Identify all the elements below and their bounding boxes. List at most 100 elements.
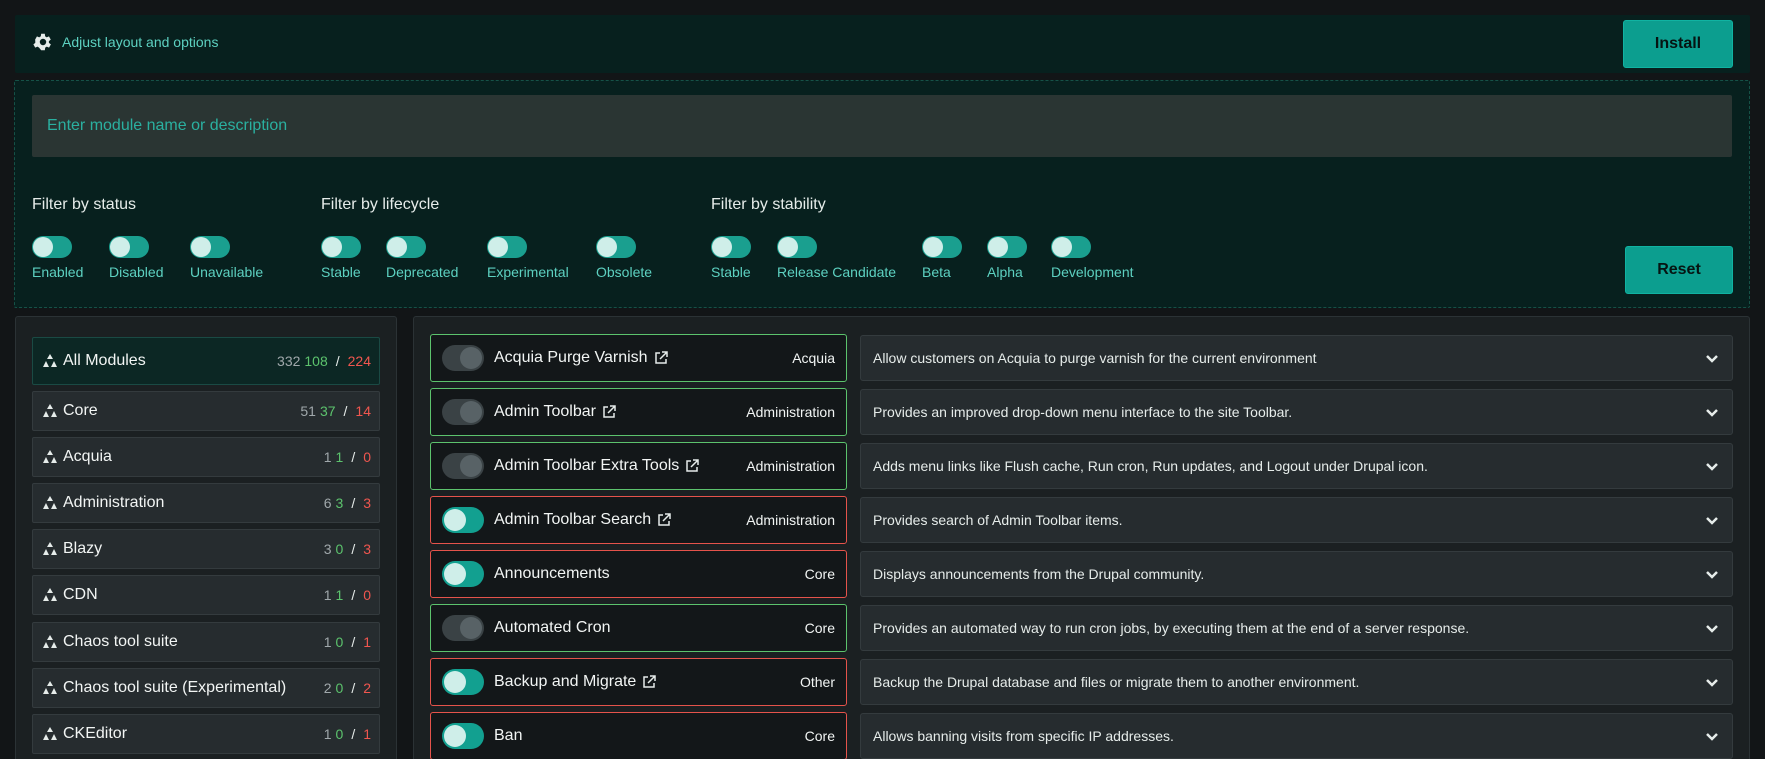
toggle-switch[interactable] (711, 236, 751, 258)
toggle-switch[interactable] (777, 236, 817, 258)
filter-stability-alpha[interactable]: Alpha (987, 236, 1027, 280)
toggle-switch[interactable] (32, 236, 72, 258)
category-blazy[interactable]: Blazy 3 0/3 (32, 529, 380, 569)
count-separator: / (351, 541, 356, 557)
module-category: Acquia (792, 350, 835, 366)
module-description-row[interactable]: Allow customers on Acquia to purge varni… (860, 335, 1733, 381)
external-link-icon[interactable] (602, 405, 616, 419)
count-enabled: 0 (335, 680, 344, 696)
chevron-down-icon[interactable] (1704, 512, 1720, 528)
module-card-ban[interactable]: Ban Core (430, 712, 847, 759)
reset-button[interactable]: Reset (1625, 246, 1733, 294)
module-name: Announcements (494, 565, 610, 582)
category-chaos-tool-suite-experimental[interactable]: Chaos tool suite (Experimental) 2 0/2 (32, 668, 380, 708)
module-category: Other (799, 674, 835, 690)
modules-icon (43, 727, 57, 740)
toggle-label: Deprecated (386, 264, 459, 280)
filter-lifecycle-stable[interactable]: Stable (321, 236, 361, 280)
filter-stability-stable[interactable]: Stable (711, 236, 751, 280)
adjust-layout-label: Adjust layout and options (62, 34, 219, 50)
category-ckeditor[interactable]: CKEditor 1 0/1 (32, 714, 380, 754)
module-toggle[interactable] (442, 345, 484, 371)
module-card-announcements[interactable]: Announcements Core (430, 550, 847, 598)
module-description-row[interactable]: Allows banning visits from specific IP a… (860, 713, 1733, 759)
module-description-row[interactable]: Provides an improved drop-down menu inte… (860, 389, 1733, 435)
module-toggle[interactable] (442, 723, 484, 749)
module-description-row[interactable]: Provides search of Admin Toolbar items. (860, 497, 1733, 543)
chevron-down-icon[interactable] (1704, 350, 1720, 366)
count-disabled: 0 (363, 449, 371, 465)
category-core[interactable]: Core 51 37 / 14 (32, 391, 380, 431)
gear-icon (33, 33, 51, 51)
chevron-down-icon[interactable] (1704, 404, 1720, 420)
chevron-down-icon[interactable] (1704, 458, 1720, 474)
category-administration[interactable]: Administration 6 3/3 (32, 483, 380, 523)
module-card-acquia-purge-varnish[interactable]: Acquia Purge Varnish Acquia (430, 334, 847, 382)
module-card-backup-and-migrate[interactable]: Backup and Migrate Other (430, 658, 847, 706)
module-card-admin-toolbar[interactable]: Admin Toolbar Administration (430, 388, 847, 436)
filter-lifecycle-obsolete[interactable]: Obsolete (596, 236, 652, 280)
category-counts: 6 3/3 (324, 495, 371, 511)
count-disabled: 224 (347, 353, 371, 369)
filter-lifecycle-deprecated[interactable]: Deprecated (386, 236, 458, 280)
category-cdn[interactable]: CDN 1 1 / 0 (32, 575, 380, 615)
toggle-switch[interactable] (922, 236, 962, 258)
module-category: Administration (746, 458, 835, 474)
module-description-row[interactable]: Provides an automated way to run cron jo… (860, 605, 1733, 651)
category-chaos-tool-suite[interactable]: Chaos tool suite 1 0/1 (32, 622, 380, 662)
external-link-icon[interactable] (657, 513, 671, 527)
count-disabled: 3 (363, 495, 371, 511)
toggle-switch[interactable] (987, 236, 1027, 258)
module-card-admin-toolbar-extra-tools[interactable]: Admin Toolbar Extra Tools Administration (430, 442, 847, 490)
category-acquia[interactable]: Acquia 1 1 / 0 (32, 437, 380, 477)
module-toggle[interactable] (442, 453, 484, 479)
module-category: Core (804, 566, 835, 582)
module-toggle[interactable] (442, 507, 484, 533)
toggle-switch[interactable] (109, 236, 149, 258)
count-disabled: 1 (363, 726, 371, 742)
module-card-automated-cron[interactable]: Automated Cron Core (430, 604, 847, 652)
filter-lifecycle-experimental[interactable]: Experimental (487, 236, 569, 280)
module-description: Allows banning visits from specific IP a… (873, 728, 1174, 744)
chevron-down-icon[interactable] (1704, 674, 1720, 690)
filter-stability-rc[interactable]: Release Candidate (777, 236, 896, 280)
filter-stability-beta[interactable]: Beta (922, 236, 962, 280)
module-description-row[interactable]: Backup the Drupal database and files or … (860, 659, 1733, 705)
module-description-row[interactable]: Displays announcements from the Drupal c… (860, 551, 1733, 597)
modules-icon (43, 588, 57, 601)
filter-stability-development[interactable]: Development (1051, 236, 1134, 280)
module-toggle[interactable] (442, 669, 484, 695)
module-toggle[interactable] (442, 561, 484, 587)
install-button[interactable]: Install (1623, 20, 1733, 68)
filter-status-enabled[interactable]: Enabled (32, 236, 83, 280)
category-all-modules[interactable]: All Modules 332 108 / 224 (32, 337, 380, 385)
chevron-down-icon[interactable] (1704, 728, 1720, 744)
search-input[interactable]: Enter module name or description (32, 95, 1732, 157)
filter-status-unavailable[interactable]: Unavailable (190, 236, 263, 280)
adjust-layout-link[interactable]: Adjust layout and options (32, 31, 218, 53)
external-link-icon[interactable] (654, 351, 668, 365)
chevron-down-icon[interactable] (1704, 566, 1720, 582)
category-sidebar: All Modules 332 108/224 Core 51 37/14 Acqu… (15, 316, 397, 759)
chevron-down-icon[interactable] (1704, 620, 1720, 636)
external-link-icon[interactable] (642, 675, 657, 689)
modules-icon (43, 635, 57, 648)
module-description: Displays announcements from the Drupal c… (873, 566, 1205, 582)
toggle-switch[interactable] (596, 236, 636, 258)
external-link-icon[interactable] (685, 459, 700, 473)
module-card-admin-toolbar-search[interactable]: Admin Toolbar Search Administration (430, 496, 847, 544)
toggle-switch[interactable] (1051, 236, 1091, 258)
toggle-switch[interactable] (321, 236, 361, 258)
module-toggle[interactable] (442, 399, 484, 425)
module-name: Backup and Migrate (494, 673, 637, 690)
filter-status-disabled[interactable]: Disabled (109, 236, 163, 280)
toggle-switch[interactable] (190, 236, 230, 258)
count-total: 1 (323, 587, 332, 603)
module-description-row[interactable]: Adds menu links like Flush cache, Run cr… (860, 443, 1733, 489)
toggle-switch[interactable] (487, 236, 527, 258)
filter-lifecycle-title: Filter by lifecycle (321, 196, 440, 213)
module-toggle[interactable] (442, 615, 484, 641)
count-enabled: 1 (335, 587, 344, 603)
toggle-label: Stable (711, 264, 751, 280)
toggle-switch[interactable] (386, 236, 426, 258)
